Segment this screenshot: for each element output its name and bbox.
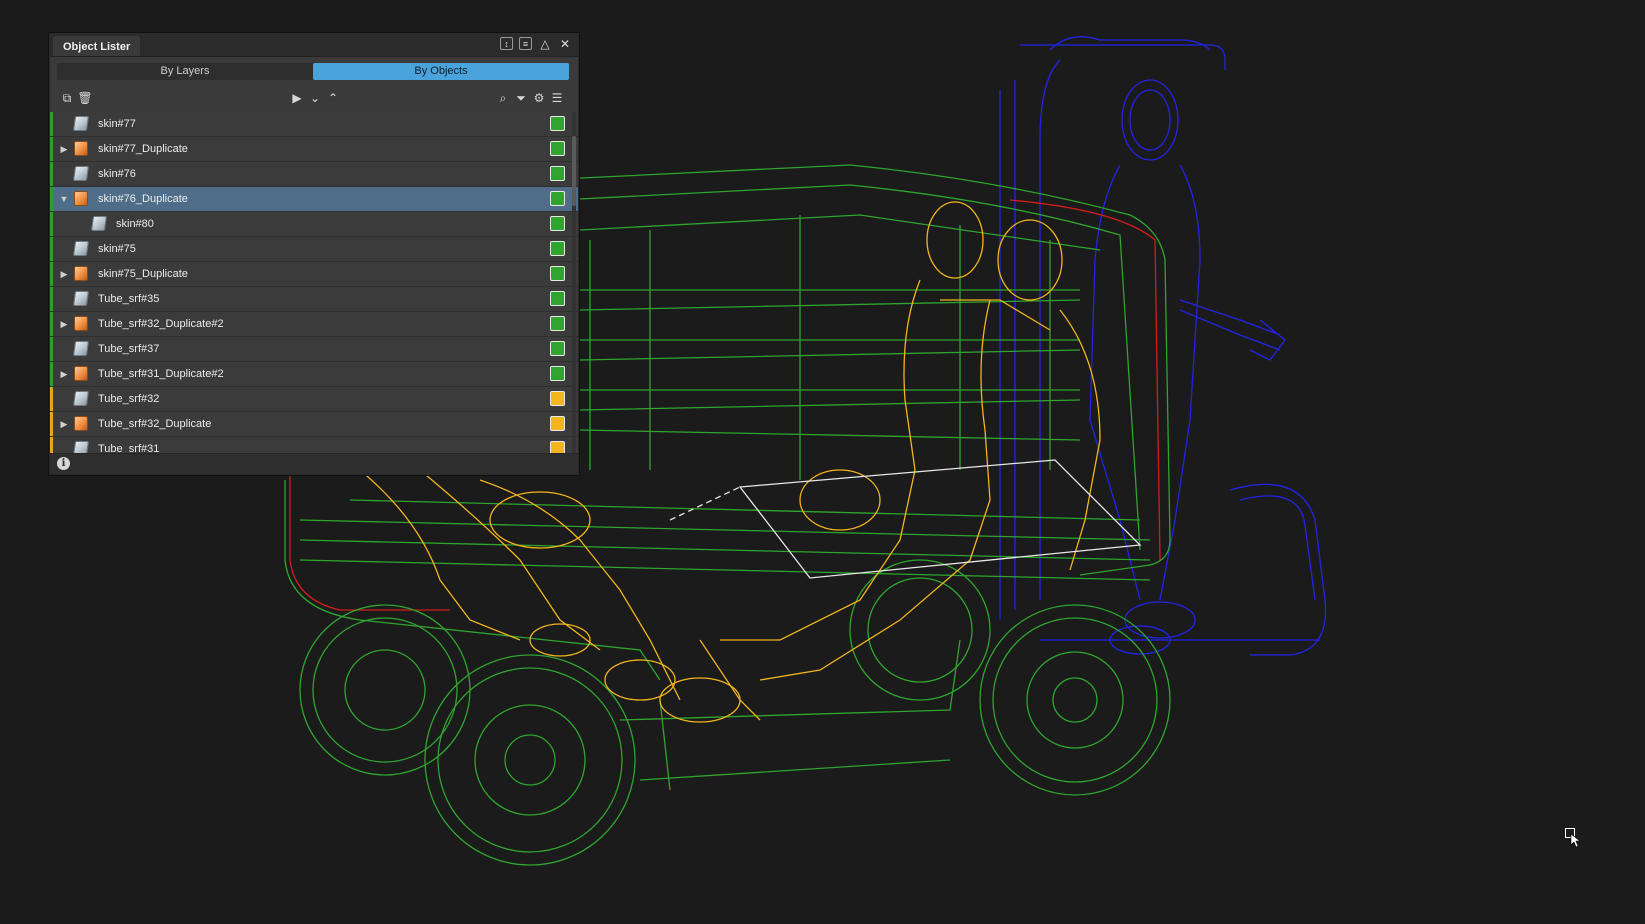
group-icon	[74, 416, 88, 431]
surface-icon	[72, 391, 90, 406]
surface-icon	[72, 291, 90, 306]
tab-by-layers[interactable]: By Layers	[57, 63, 313, 80]
object-list: skin#77 ▶ skin#77_Duplicate skin#76 ▼ skin#76…	[50, 112, 578, 457]
info-icon[interactable]: i	[57, 457, 70, 470]
row-label: Tube_srf#35	[98, 293, 160, 305]
cursor-icon	[1565, 828, 1581, 848]
layer-color-stripe	[50, 212, 53, 236]
layer-color-stripe	[50, 112, 53, 136]
color-swatch[interactable]	[550, 266, 565, 281]
row-label: skin#77_Duplicate	[98, 143, 188, 155]
list-row[interactable]: ▼ skin#76_Duplicate	[50, 187, 578, 212]
layer-color-stripe	[50, 337, 53, 361]
tab-by-objects[interactable]: By Objects	[313, 63, 569, 80]
row-label: Tube_srf#31_Duplicate#2	[98, 368, 224, 380]
list-row[interactable]: ▶ Tube_srf#32_Duplicate	[50, 412, 578, 437]
panel-titlebar[interactable]: Object Lister ↕ ≡ △ ✕	[50, 34, 578, 57]
list-row[interactable]: Tube_srf#32	[50, 387, 578, 412]
duplicate-icon[interactable]: ⧉	[59, 90, 75, 106]
list-row[interactable]: ▶ skin#75_Duplicate	[50, 262, 578, 287]
row-label: skin#77	[98, 118, 136, 130]
close-icon[interactable]: ✕	[558, 37, 572, 51]
color-swatch[interactable]	[550, 366, 565, 381]
chevron-down-icon[interactable]: ⌄	[307, 90, 323, 106]
search-icon[interactable]: ⌕	[495, 90, 511, 106]
surface-icon	[72, 166, 90, 181]
list-row[interactable]: Tube_srf#35	[50, 287, 578, 312]
surface-icon	[72, 341, 90, 356]
layer-color-stripe	[50, 412, 53, 436]
settings-icon[interactable]: ⚙	[531, 90, 547, 106]
chevron-up-icon[interactable]: ⌃	[325, 90, 341, 106]
layer-color-stripe	[50, 362, 53, 386]
list-scrollbar[interactable]	[572, 112, 576, 457]
collapsed-arrow-icon[interactable]: ▶	[59, 418, 69, 430]
list-row[interactable]: Tube_srf#37	[50, 337, 578, 362]
list-row[interactable]: skin#80	[50, 212, 578, 237]
collapse-icon[interactable]: △	[538, 37, 552, 51]
collapsed-arrow-icon[interactable]: ▶	[59, 143, 69, 155]
row-label: Tube_srf#32	[98, 393, 160, 405]
color-swatch[interactable]	[550, 141, 565, 156]
list-row[interactable]: skin#76	[50, 162, 578, 187]
delete-icon[interactable]: 🗑	[77, 90, 93, 106]
list-row[interactable]: skin#75	[50, 237, 578, 262]
scrollbar-thumb[interactable]	[572, 136, 576, 206]
expanded-arrow-icon[interactable]: ▼	[59, 193, 69, 205]
list-row[interactable]: ▶ Tube_srf#32_Duplicate#2	[50, 312, 578, 337]
layer-color-stripe	[50, 387, 53, 411]
group-icon	[74, 191, 88, 206]
group-icon	[74, 316, 88, 331]
color-swatch[interactable]	[550, 391, 565, 406]
surface-icon	[72, 116, 90, 131]
layer-color-stripe	[50, 312, 53, 336]
color-swatch[interactable]	[550, 191, 565, 206]
collapsed-arrow-icon[interactable]: ▶	[59, 368, 69, 380]
color-swatch[interactable]	[550, 341, 565, 356]
view-mode-tabs: By Layers By Objects	[57, 63, 569, 80]
resize-icon[interactable]: ↕	[500, 37, 513, 50]
panel-title: Object Lister	[53, 36, 141, 56]
panel-statusbar: i	[50, 453, 578, 474]
layer-color-stripe	[50, 162, 53, 186]
object-lister-panel: Object Lister ↕ ≡ △ ✕ By Layers By Objec…	[49, 33, 579, 475]
row-label: skin#76	[98, 168, 136, 180]
surface-icon	[90, 216, 108, 231]
list-row[interactable]: ▶ skin#77_Duplicate	[50, 137, 578, 162]
row-label: Tube_srf#32_Duplicate	[98, 418, 212, 430]
surface-icon	[72, 241, 90, 256]
play-icon[interactable]: ▶	[289, 90, 305, 106]
collapsed-arrow-icon[interactable]: ▶	[59, 318, 69, 330]
blue-wireframe	[999, 36, 1327, 656]
group-icon	[74, 366, 88, 381]
color-swatch[interactable]	[550, 241, 565, 256]
list-row[interactable]: ▶ Tube_srf#31_Duplicate#2	[50, 362, 578, 387]
filter-icon[interactable]: ⏷	[513, 90, 529, 106]
group-icon	[74, 141, 88, 156]
panel-toolbar: ⧉ 🗑 ▶ ⌄ ⌃ ⌕ ⏷ ⚙ ☰	[50, 88, 578, 108]
color-swatch[interactable]	[550, 316, 565, 331]
row-label: skin#75	[98, 243, 136, 255]
row-label: skin#75_Duplicate	[98, 268, 188, 280]
layer-color-stripe	[50, 187, 53, 211]
layer-color-stripe	[50, 137, 53, 161]
layer-color-stripe	[50, 287, 53, 311]
row-label: skin#80	[116, 218, 154, 230]
color-swatch[interactable]	[550, 166, 565, 181]
color-swatch[interactable]	[550, 216, 565, 231]
collapsed-arrow-icon[interactable]: ▶	[59, 268, 69, 280]
layer-color-stripe	[50, 262, 53, 286]
color-swatch[interactable]	[550, 116, 565, 131]
list-menu-icon[interactable]: ☰	[549, 90, 565, 106]
group-icon	[74, 266, 88, 281]
color-swatch[interactable]	[550, 416, 565, 431]
row-label: Tube_srf#37	[98, 343, 160, 355]
layer-color-stripe	[50, 237, 53, 261]
menu-icon[interactable]: ≡	[519, 37, 532, 50]
color-swatch[interactable]	[550, 291, 565, 306]
list-row[interactable]: skin#77	[50, 112, 578, 137]
row-label: skin#76_Duplicate	[98, 193, 188, 205]
row-label: Tube_srf#32_Duplicate#2	[98, 318, 224, 330]
